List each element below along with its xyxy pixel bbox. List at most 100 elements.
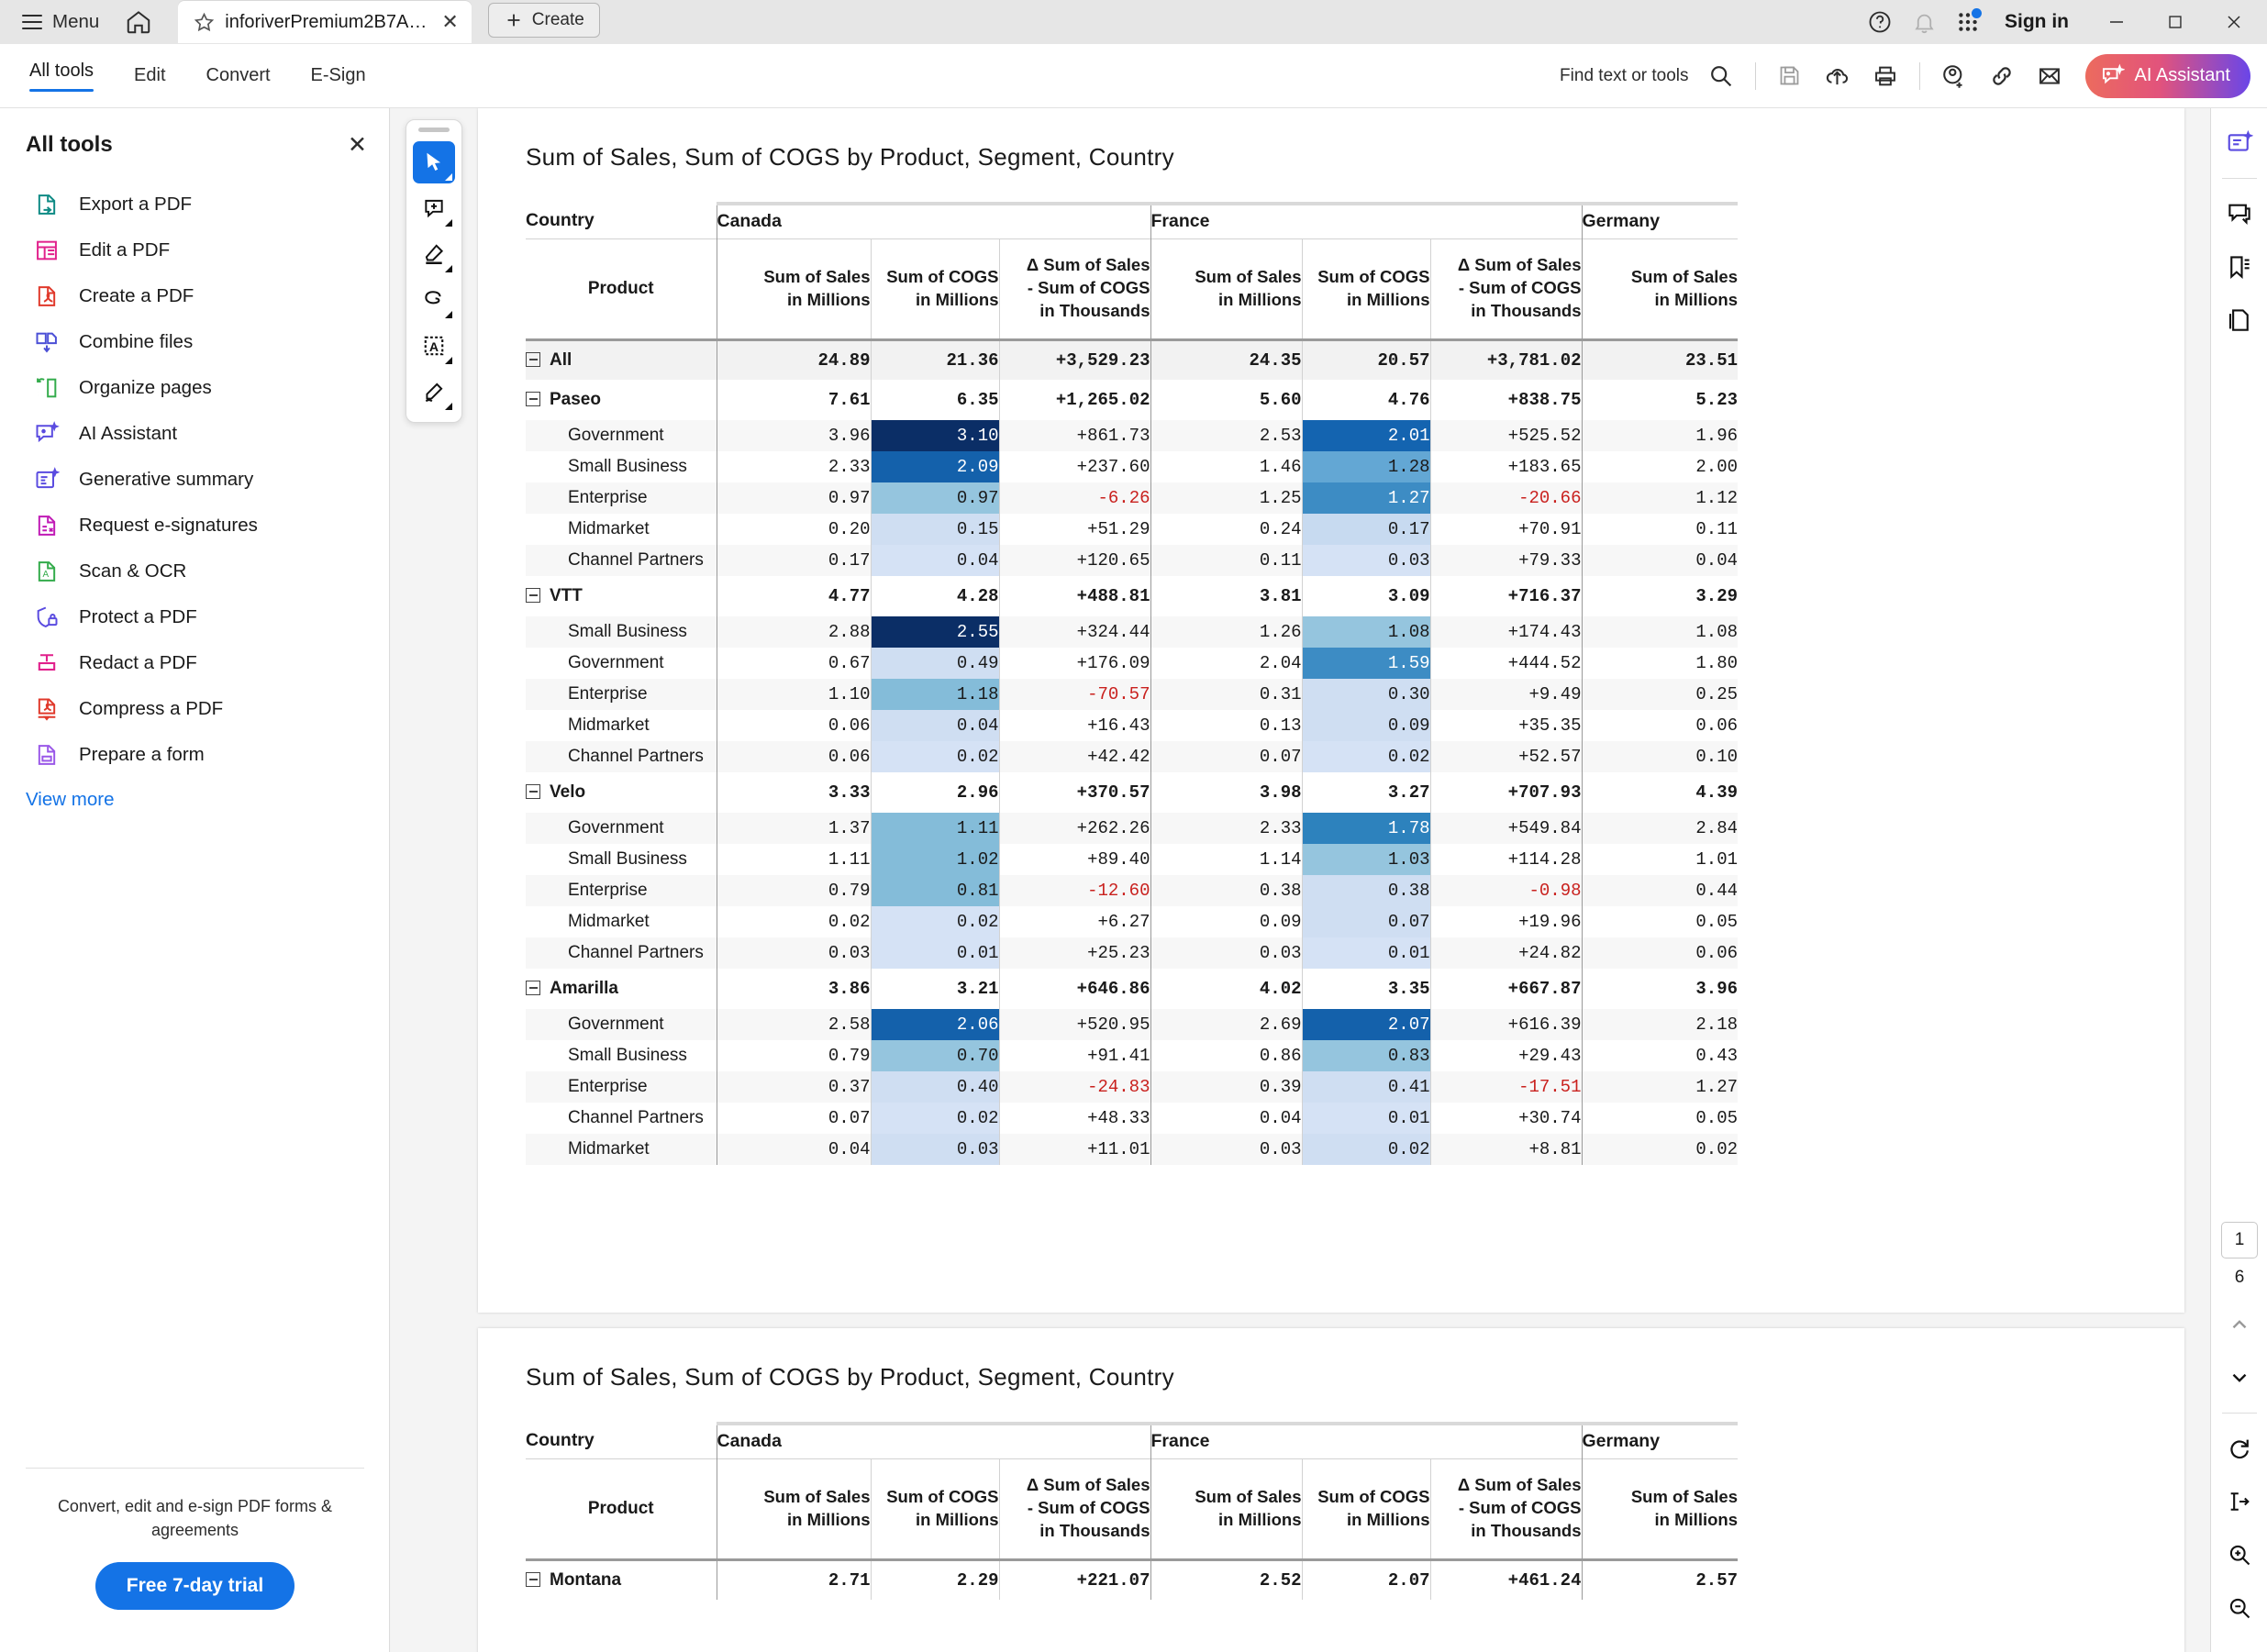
bookmarks-rail-button[interactable]: [2217, 245, 2261, 289]
table-row[interactable]: Channel Partners 0.07 0.02 +48.33 0.04 0.01 +3…: [526, 1103, 1738, 1134]
draw-tool-button[interactable]: [413, 279, 455, 321]
comments-rail-button[interactable]: [2217, 192, 2261, 236]
tool-item-ai-assistant[interactable]: AI Assistant: [0, 411, 389, 457]
drag-handle[interactable]: [418, 128, 450, 132]
table-row[interactable]: Channel Partners 0.17 0.04 +120.65 0.11 0.03 +…: [526, 545, 1738, 576]
add-signer-button[interactable]: [1931, 53, 1977, 99]
tool-item-combine-files[interactable]: Combine files: [0, 319, 389, 365]
zoom-in-button[interactable]: [2217, 1533, 2261, 1577]
zoom-out-button[interactable]: [2217, 1586, 2261, 1630]
tool-item-redact-a-pdf[interactable]: Redact a PDF: [0, 640, 389, 686]
select-tool-button[interactable]: [413, 141, 455, 183]
share-link-button[interactable]: [1979, 53, 2025, 99]
table-row[interactable]: Velo 3.33 2.96 +370.57 3.98 3.27 +707.93 4.39: [526, 772, 1738, 813]
close-tab-icon[interactable]: ✕: [441, 12, 458, 32]
table-row[interactable]: Small Business 1.11 1.02 +89.40 1.14 1.03 +114…: [526, 844, 1738, 875]
table-row[interactable]: Channel Partners 0.06 0.02 +42.42 0.07 0.02 +5…: [526, 741, 1738, 772]
collapse-icon[interactable]: [526, 981, 540, 995]
star-icon[interactable]: [193, 11, 216, 34]
tool-item-edit-a-pdf[interactable]: Edit a PDF: [0, 227, 389, 273]
create-button[interactable]: Create: [487, 3, 600, 38]
chevron-down-icon: [445, 349, 452, 364]
table-row[interactable]: VTT 4.77 4.28 +488.81 3.81 3.09 +716.37 3.29: [526, 576, 1738, 616]
table-row[interactable]: Paseo 7.61 6.35 +1,265.02 5.60 4.76 +838.75 5.2…: [526, 380, 1738, 420]
table-row[interactable]: All 24.89 21.36 +3,529.23 24.35 20.57 +3,781.0…: [526, 338, 1738, 380]
collapse-icon[interactable]: [526, 588, 540, 603]
tool-item-scan-ocr[interactable]: A Scan & OCR: [0, 549, 389, 594]
table-row[interactable]: Small Business 2.33 2.09 +237.60 1.46 1.28 +18…: [526, 451, 1738, 482]
document-tab[interactable]: inforiverPremium2B7A… ✕: [178, 1, 472, 43]
tool-item-protect-a-pdf[interactable]: Protect a PDF: [0, 594, 389, 640]
document-viewer[interactable]: A Sum of Sales, Sum of COGS by Product, …: [391, 108, 2267, 1652]
collapse-icon[interactable]: [526, 1571, 540, 1587]
apps-button[interactable]: [1948, 2, 1988, 42]
add-comment-tool-button[interactable]: [413, 187, 455, 229]
table-row[interactable]: Enterprise 0.97 0.97 -6.26 1.25 1.27 -20.66 1.1…: [526, 482, 1738, 514]
table-row[interactable]: Government 3.96 3.10 +861.73 2.53 2.01 +525.52…: [526, 420, 1738, 451]
table-row[interactable]: Montana 2.71 2.29 +221.07 2.52 2.07 +461.24 2.5…: [526, 1558, 1738, 1600]
table-row[interactable]: Amarilla 3.86 3.21 +646.86 4.02 3.35 +667.87 3.…: [526, 969, 1738, 1009]
divider: [1918, 61, 1920, 90]
close-window-button[interactable]: [2206, 0, 2261, 44]
table-row[interactable]: Midmarket 0.02 0.02 +6.27 0.09 0.07 +19.96 0.05: [526, 906, 1738, 937]
table-row[interactable]: Enterprise 1.10 1.18 -70.57 0.31 0.30 +9.49 0.2…: [526, 679, 1738, 710]
tool-item-generative-summary[interactable]: Generative summary: [0, 457, 389, 503]
row-label: VTT: [526, 576, 717, 616]
document-tab-title: inforiverPremium2B7A…: [225, 11, 428, 32]
table-row[interactable]: Small Business 0.79 0.70 +91.41 0.86 0.83 +29.…: [526, 1040, 1738, 1071]
table-row[interactable]: Midmarket 0.20 0.15 +51.29 0.24 0.17 +70.91 0.1…: [526, 514, 1738, 545]
ai-assistant-button[interactable]: AI Assistant: [2084, 53, 2250, 98]
tool-item-compress-a-pdf[interactable]: Compress a PDF: [0, 686, 389, 732]
table-row[interactable]: Midmarket 0.06 0.04 +16.43 0.13 0.09 +35.35 0.0…: [526, 710, 1738, 741]
tab-all-tools[interactable]: All tools: [9, 51, 114, 101]
view-more-link[interactable]: View more: [0, 778, 389, 811]
tab-convert[interactable]: Convert: [186, 56, 291, 95]
table-row[interactable]: Government 2.58 2.06 +520.95 2.69 2.07 +616.39…: [526, 1009, 1738, 1040]
maximize-button[interactable]: [2148, 0, 2203, 44]
matrix-table[interactable]: Country Canada France Germany Product Sum of …: [526, 202, 1738, 1165]
next-page-button[interactable]: [2217, 1356, 2261, 1400]
tool-item-create-a-pdf[interactable]: Create a PDF: [0, 273, 389, 319]
minimize-button[interactable]: [2089, 0, 2144, 44]
save-button[interactable]: [1767, 53, 1813, 99]
print-button[interactable]: [1862, 53, 1908, 99]
tool-item-organize-pages[interactable]: Organize pages: [0, 365, 389, 411]
help-button[interactable]: [1860, 2, 1900, 42]
sign-in-button[interactable]: Sign in: [1992, 11, 2085, 33]
tool-item-prepare-a-form[interactable]: Prepare a form: [0, 732, 389, 778]
email-button[interactable]: [2027, 53, 2073, 99]
table-row[interactable]: Government 0.67 0.49 +176.09 2.04 1.59 +444.52…: [526, 648, 1738, 679]
table-row[interactable]: Midmarket 0.04 0.03 +11.01 0.03 0.02 +8.81 0.02: [526, 1134, 1738, 1165]
quick-tools-strip[interactable]: A: [406, 119, 462, 423]
collapse-icon[interactable]: [526, 392, 540, 406]
close-panel-icon[interactable]: ✕: [348, 133, 367, 157]
tool-item-export-a-pdf[interactable]: Export a PDF: [0, 182, 389, 227]
generative-summary-rail-button[interactable]: [2217, 121, 2261, 165]
upload-button[interactable]: [1815, 53, 1861, 99]
home-button[interactable]: [114, 3, 163, 41]
tab-esign[interactable]: E-Sign: [291, 56, 386, 95]
table-cell: 0.06: [716, 741, 871, 772]
current-page-input[interactable]: 1: [2221, 1222, 2258, 1258]
table-row[interactable]: Channel Partners 0.03 0.01 +25.23 0.03 0.01 +2…: [526, 937, 1738, 969]
table-row[interactable]: Small Business 2.88 2.55 +324.44 1.26 1.08 +17…: [526, 616, 1738, 648]
collapse-icon[interactable]: [526, 784, 540, 799]
tool-item-request-e-signatures[interactable]: Request e-signatures: [0, 503, 389, 549]
notifications-button[interactable]: [1904, 2, 1944, 42]
table-row[interactable]: Government 1.37 1.11 +262.26 2.33 1.78 +549.84…: [526, 813, 1738, 844]
search-button[interactable]: [1698, 53, 1744, 99]
fill-and-sign-tool-button[interactable]: [413, 371, 455, 413]
add-text-tool-button[interactable]: A: [413, 325, 455, 367]
collapse-icon[interactable]: [526, 351, 540, 367]
matrix-table-2[interactable]: Country Canada France Germany Product Sum of …: [526, 1422, 1738, 1600]
table-row[interactable]: Enterprise 0.79 0.81 -12.60 0.38 0.38 -0.98 0.4…: [526, 875, 1738, 906]
page-thumbnails-rail-button[interactable]: [2217, 298, 2261, 342]
table-row[interactable]: Enterprise 0.37 0.40 -24.83 0.39 0.41 -17.51 1.…: [526, 1071, 1738, 1103]
free-trial-button[interactable]: Free 7-day trial: [94, 1562, 295, 1610]
rotate-button[interactable]: [2217, 1426, 2261, 1470]
menu-button[interactable]: Menu: [13, 6, 108, 38]
highlight-tool-button[interactable]: [413, 233, 455, 275]
previous-page-button[interactable]: [2217, 1303, 2261, 1347]
tab-edit[interactable]: Edit: [114, 56, 185, 95]
fit-page-button[interactable]: [2217, 1480, 2261, 1524]
